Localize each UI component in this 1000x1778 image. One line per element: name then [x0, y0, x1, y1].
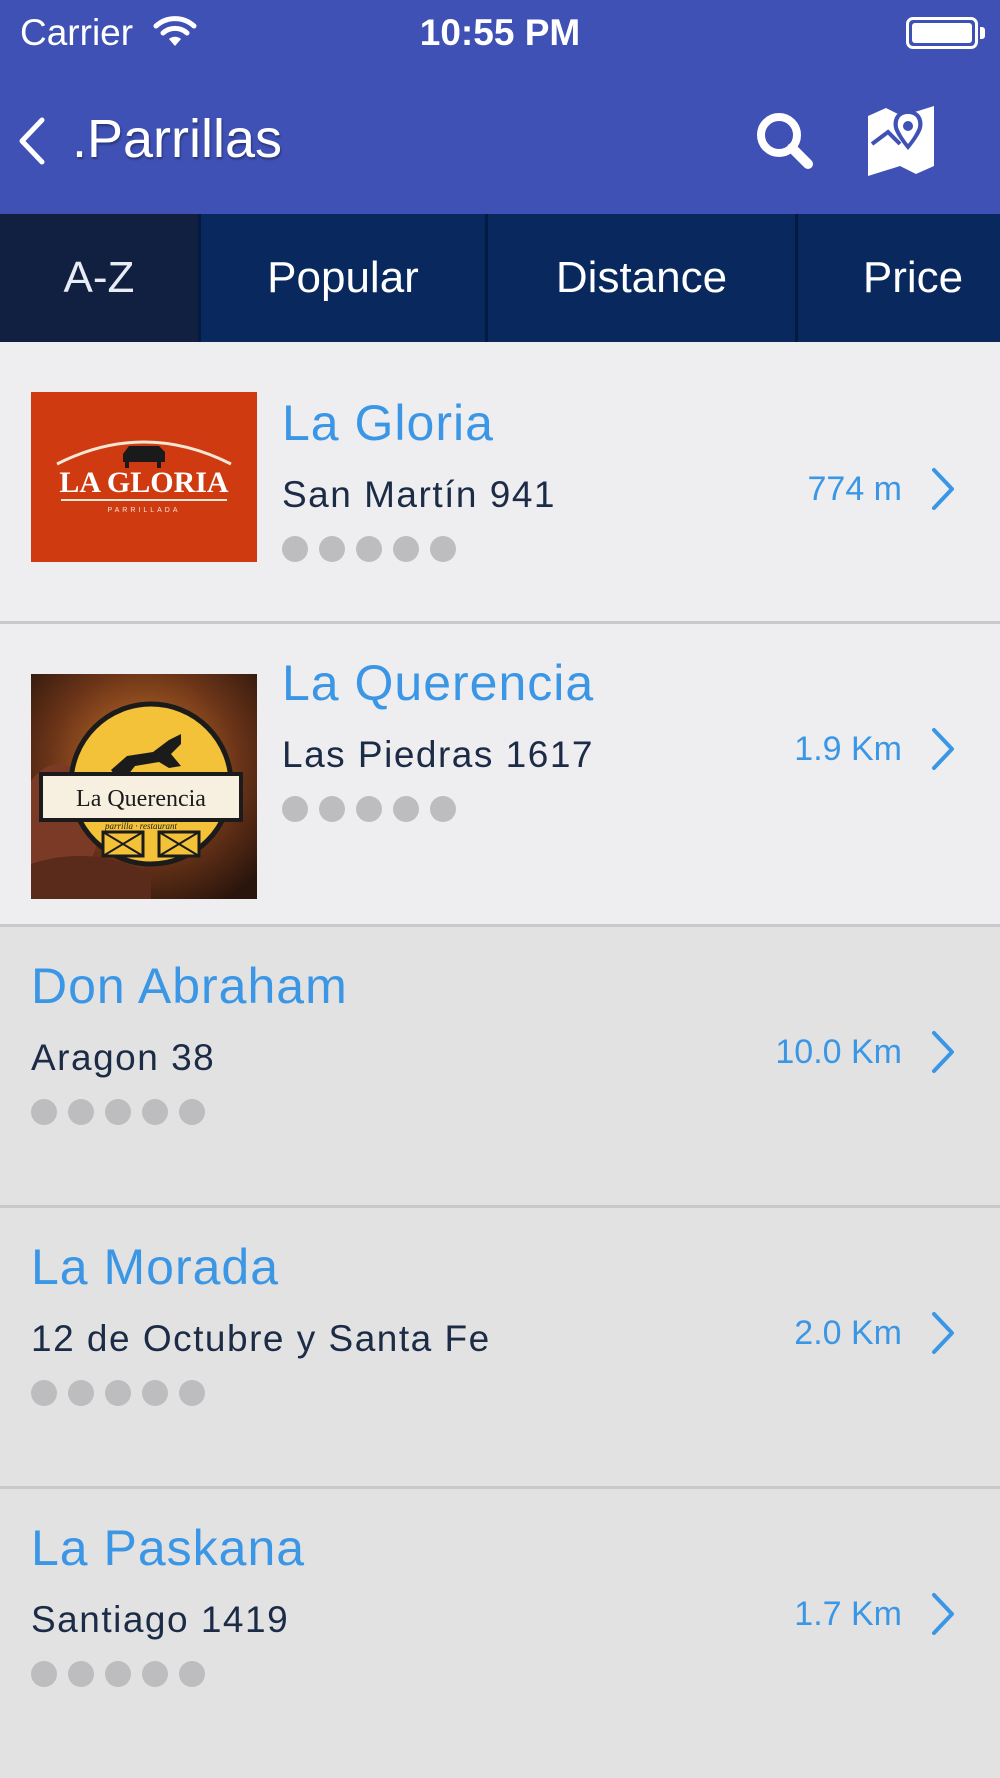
restaurant-distance: 1.7 Km — [794, 1595, 902, 1633]
rating-dot — [319, 796, 345, 822]
rating-dots — [31, 1661, 205, 1687]
restaurant-name: La Paskana — [31, 1520, 306, 1576]
chevron-right-icon — [932, 1031, 954, 1073]
screen: Carrier 10:55 PM .Parrillas A-Z Popular … — [0, 0, 1000, 1778]
restaurant-address: 12 de Octubre y Santa Fe — [31, 1318, 491, 1359]
restaurant-distance: 10.0 Km — [775, 1033, 902, 1071]
battery-tip — [980, 27, 985, 39]
tab-price[interactable]: Price — [798, 214, 1000, 342]
list-item[interactable]: La Paskana Santiago 1419 1.7 Km — [0, 1489, 1000, 1778]
restaurant-distance: 1.9 Km — [794, 730, 902, 768]
restaurant-address: San Martín 941 — [282, 474, 556, 515]
restaurant-name: La Morada — [31, 1239, 280, 1295]
chevron-left-icon[interactable] — [8, 106, 62, 176]
rating-dots — [31, 1380, 205, 1406]
la-gloria-logo: LA GLORIA PARRILLADA — [56, 440, 232, 514]
rating-dot — [105, 1380, 131, 1406]
rating-dot — [282, 796, 308, 822]
tab-popular[interactable]: Popular — [201, 214, 485, 342]
sort-tabs: A-Z Popular Distance Price — [0, 214, 1000, 342]
rating-dot — [282, 536, 308, 562]
restaurant-name: La Querencia — [282, 655, 595, 711]
rating-dot — [356, 536, 382, 562]
restaurant-name: La Gloria — [282, 395, 494, 451]
list-item[interactable]: La Querencia parrilla · restaurant La Qu… — [0, 624, 1000, 927]
restaurant-address: Aragon 38 — [31, 1037, 216, 1078]
rating-dot — [31, 1380, 57, 1406]
clock: 10:55 PM — [419, 12, 581, 53]
restaurant-distance: 774 m — [807, 470, 903, 508]
rating-dot — [68, 1661, 94, 1687]
logo-text: LA GLORIA — [59, 466, 229, 499]
restaurant-address: Las Piedras 1617 — [282, 734, 594, 775]
list-item[interactable]: LA GLORIA PARRILLADA La Gloria San Martí… — [0, 342, 1000, 624]
la-querencia-logo: La Querencia parrilla · restaurant — [31, 674, 257, 899]
rating-dot — [393, 536, 419, 562]
rating-dot — [142, 1661, 168, 1687]
rating-dot — [142, 1099, 168, 1125]
rating-dot — [319, 536, 345, 562]
rating-dot — [430, 536, 456, 562]
rating-dots — [282, 536, 456, 562]
logo-subtext: PARRILLADA — [107, 507, 180, 514]
chevron-right-icon — [932, 1312, 954, 1354]
chevron-right-icon — [932, 1593, 954, 1635]
rating-dots — [31, 1099, 205, 1125]
status-bar: Carrier 10:55 PM — [0, 0, 1000, 66]
rating-dots — [282, 796, 456, 822]
list-item[interactable]: La Morada 12 de Octubre y Santa Fe 2.0 K… — [0, 1208, 1000, 1489]
rating-dot — [179, 1661, 205, 1687]
rating-dot — [105, 1099, 131, 1125]
list-item[interactable]: Don Abraham Aragon 38 10.0 Km — [0, 927, 1000, 1208]
rating-dot — [68, 1099, 94, 1125]
tab-distance[interactable]: Distance — [488, 214, 795, 342]
rating-dot — [142, 1380, 168, 1406]
chevron-right-icon — [932, 468, 954, 510]
page-title: .Parrillas — [72, 109, 283, 169]
tab-a-z[interactable]: A-Z — [0, 214, 198, 342]
rating-dot — [31, 1099, 57, 1125]
rating-dot — [179, 1099, 205, 1125]
search-icon[interactable] — [750, 106, 820, 176]
battery-icon — [906, 17, 978, 49]
rating-dot — [179, 1380, 205, 1406]
rating-dot — [430, 796, 456, 822]
rating-dot — [68, 1380, 94, 1406]
rating-dot — [105, 1661, 131, 1687]
restaurant-address: Santiago 1419 — [31, 1599, 290, 1640]
rating-dot — [31, 1661, 57, 1687]
map-pin-icon[interactable] — [862, 104, 940, 180]
rating-dot — [356, 796, 382, 822]
restaurant-logo: La Querencia parrilla · restaurant — [31, 674, 257, 899]
nav-bar: .Parrillas — [0, 66, 1000, 214]
logo-text: La Querencia — [76, 786, 206, 812]
restaurant-name: Don Abraham — [31, 958, 348, 1014]
logo-subtext: parrilla · restaurant — [104, 821, 177, 831]
restaurant-logo: LA GLORIA PARRILLADA — [31, 392, 257, 562]
chevron-right-icon — [932, 728, 954, 770]
restaurant-distance: 2.0 Km — [794, 1314, 902, 1352]
rating-dot — [393, 796, 419, 822]
